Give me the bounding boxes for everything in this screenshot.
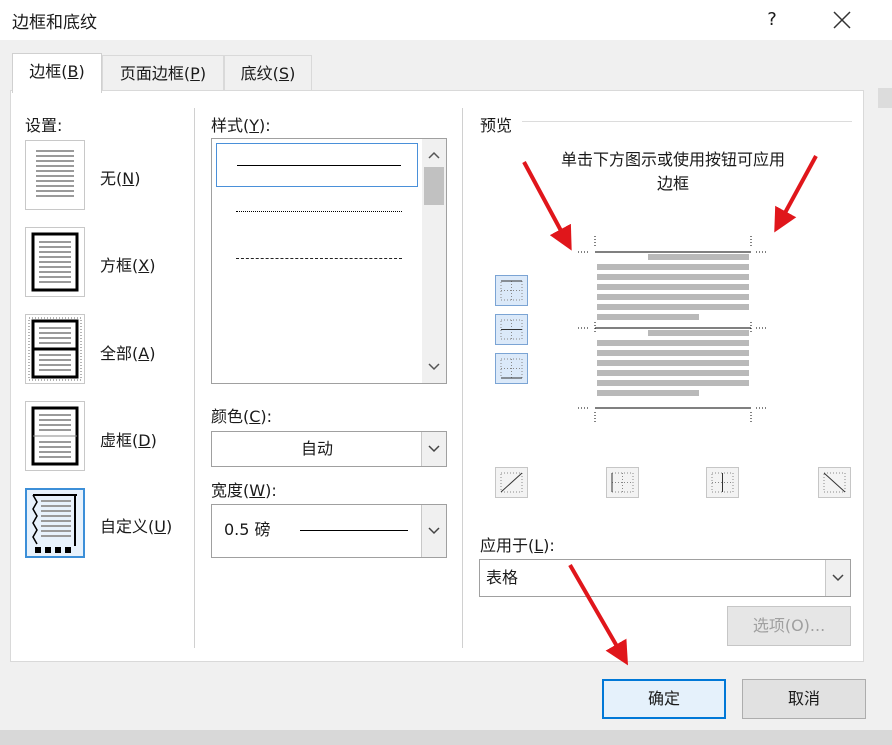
annotation-arrow-ok xyxy=(568,563,629,666)
annotation-arrows xyxy=(522,155,818,666)
tab-borders[interactable]: 边框(B) xyxy=(12,53,102,93)
annotation-arrow-right xyxy=(774,155,818,233)
annotation-arrow-left xyxy=(522,161,572,251)
